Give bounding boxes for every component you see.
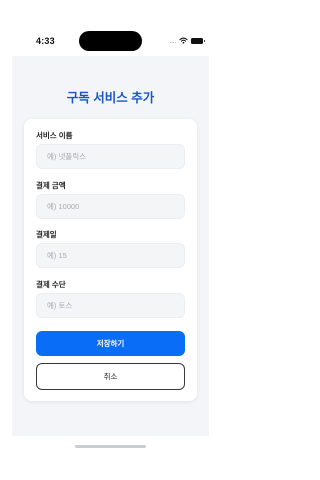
dynamic-island xyxy=(79,31,142,51)
app-screen: 4:33 .... 구독 서비스 추가 서비스 이름 결제 금액 결제일 결제 … xyxy=(0,0,221,480)
home-indicator[interactable] xyxy=(75,445,146,448)
battery-icon xyxy=(191,37,205,44)
cancel-button[interactable]: 취소 xyxy=(36,363,185,390)
save-button[interactable]: 저장하기 xyxy=(36,331,185,356)
service-name-label: 서비스 이름 xyxy=(36,131,73,140)
page-title: 구독 서비스 추가 xyxy=(66,91,155,105)
wifi-icon xyxy=(179,37,188,44)
signal-dots: .... xyxy=(169,35,176,45)
payment-method-input[interactable] xyxy=(36,293,185,318)
main-content: 구독 서비스 추가 서비스 이름 결제 금액 결제일 결제 수단 저장하기 취소 xyxy=(12,56,209,436)
payment-day-label: 결제일 xyxy=(36,230,57,239)
service-name-input[interactable] xyxy=(36,144,185,169)
status-bar: 4:33 .... xyxy=(0,0,221,56)
status-time: 4:33 xyxy=(36,36,55,46)
payment-amount-input[interactable] xyxy=(36,194,185,219)
payment-method-label: 결제 수단 xyxy=(36,280,66,289)
status-icons: .... xyxy=(169,35,205,45)
payment-day-input[interactable] xyxy=(36,243,185,268)
payment-amount-label: 결제 금액 xyxy=(36,181,66,190)
subscription-form-card: 서비스 이름 결제 금액 결제일 결제 수단 저장하기 취소 xyxy=(24,119,197,401)
